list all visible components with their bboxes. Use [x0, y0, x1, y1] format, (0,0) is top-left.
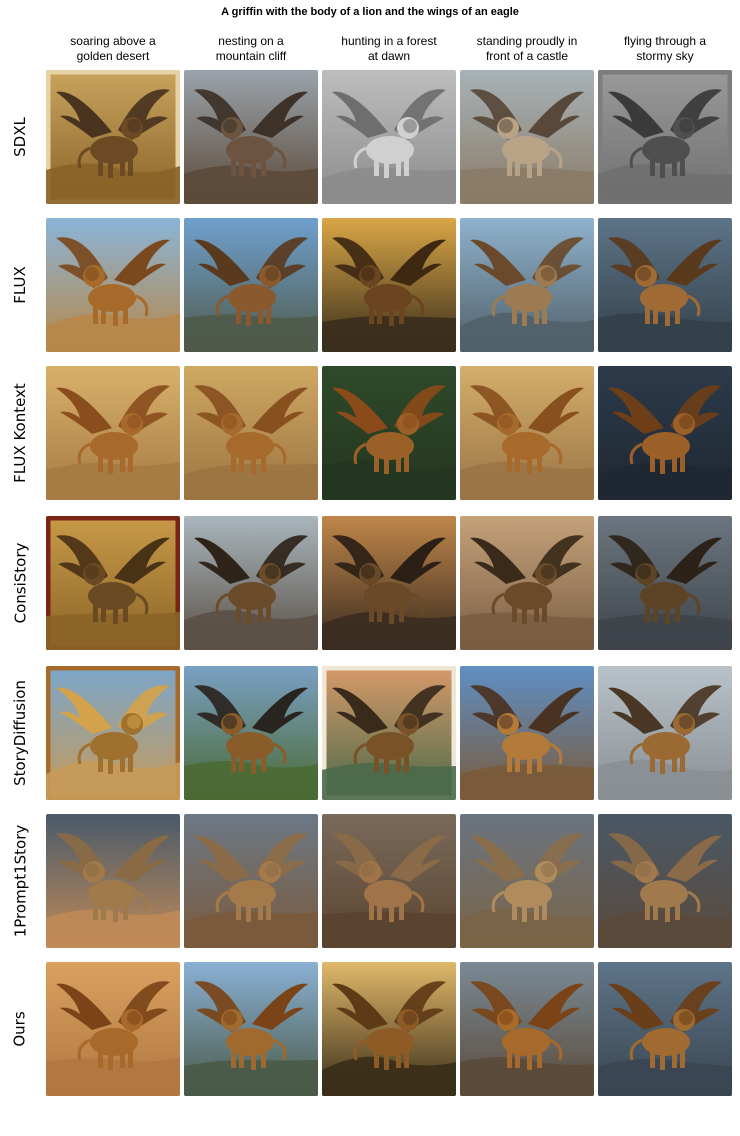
griffin-image: [598, 666, 732, 800]
griffin-image: [322, 218, 456, 352]
column-header-4: standing proudly in front of a castle: [476, 34, 578, 63]
row-label-ours: Ours: [10, 1011, 29, 1047]
griffin-image: [184, 218, 318, 352]
griffin-image: [322, 962, 456, 1096]
griffin-image: [46, 218, 180, 352]
image-row: [46, 70, 732, 204]
griffin-image: [322, 70, 456, 204]
griffin-image: [46, 814, 180, 948]
row-label-flux: FLUX: [11, 266, 29, 304]
griffin-image: [598, 70, 732, 204]
figure-title: A griffin with the body of a lion and th…: [221, 6, 519, 18]
griffin-image: [460, 666, 594, 800]
griffin-image: [184, 70, 318, 204]
row-label-storydiffusion: StoryDiffusion: [11, 680, 30, 786]
griffin-image: [598, 516, 732, 650]
image-row: [46, 814, 732, 948]
griffin-image: [322, 366, 456, 500]
griffin-image: [184, 516, 318, 650]
griffin-image: [322, 516, 456, 650]
griffin-image: [184, 666, 318, 800]
row-label-consistory: ConsiStory: [11, 542, 30, 624]
griffin-image: [322, 666, 456, 800]
row-label-sdxl: SDXL: [11, 117, 29, 157]
griffin-image: [598, 814, 732, 948]
griffin-image: [322, 814, 456, 948]
figure-caption-cutoff: [0, 1100, 740, 1136]
griffin-image: [184, 814, 318, 948]
image-row: [46, 366, 732, 500]
griffin-image: [598, 218, 732, 352]
image-row: [46, 666, 732, 800]
row-label-1prompt1story: 1Prompt1Story: [11, 824, 29, 938]
griffin-image: [598, 366, 732, 500]
griffin-image: [460, 814, 594, 948]
griffin-image: [46, 666, 180, 800]
griffin-image: [46, 366, 180, 500]
column-header-3: hunting in a forest at dawn: [341, 34, 437, 63]
griffin-image: [460, 366, 594, 500]
image-row: [46, 218, 732, 352]
column-header-2: nesting on a mountain cliff: [215, 34, 287, 63]
griffin-image: [598, 962, 732, 1096]
griffin-image: [460, 516, 594, 650]
image-row: [46, 962, 732, 1096]
griffin-image: [460, 218, 594, 352]
image-row: [46, 516, 732, 650]
column-header-5: flying through a stormy sky: [623, 34, 707, 63]
griffin-image: [184, 366, 318, 500]
row-label-flux-kontext: FLUX Kontext: [11, 383, 30, 483]
griffin-image: [460, 70, 594, 204]
griffin-image: [46, 70, 180, 204]
griffin-image: [184, 962, 318, 1096]
griffin-image: [460, 962, 594, 1096]
griffin-image: [46, 516, 180, 650]
column-header-1: soaring above a golden desert: [70, 34, 156, 63]
griffin-image: [46, 962, 180, 1096]
